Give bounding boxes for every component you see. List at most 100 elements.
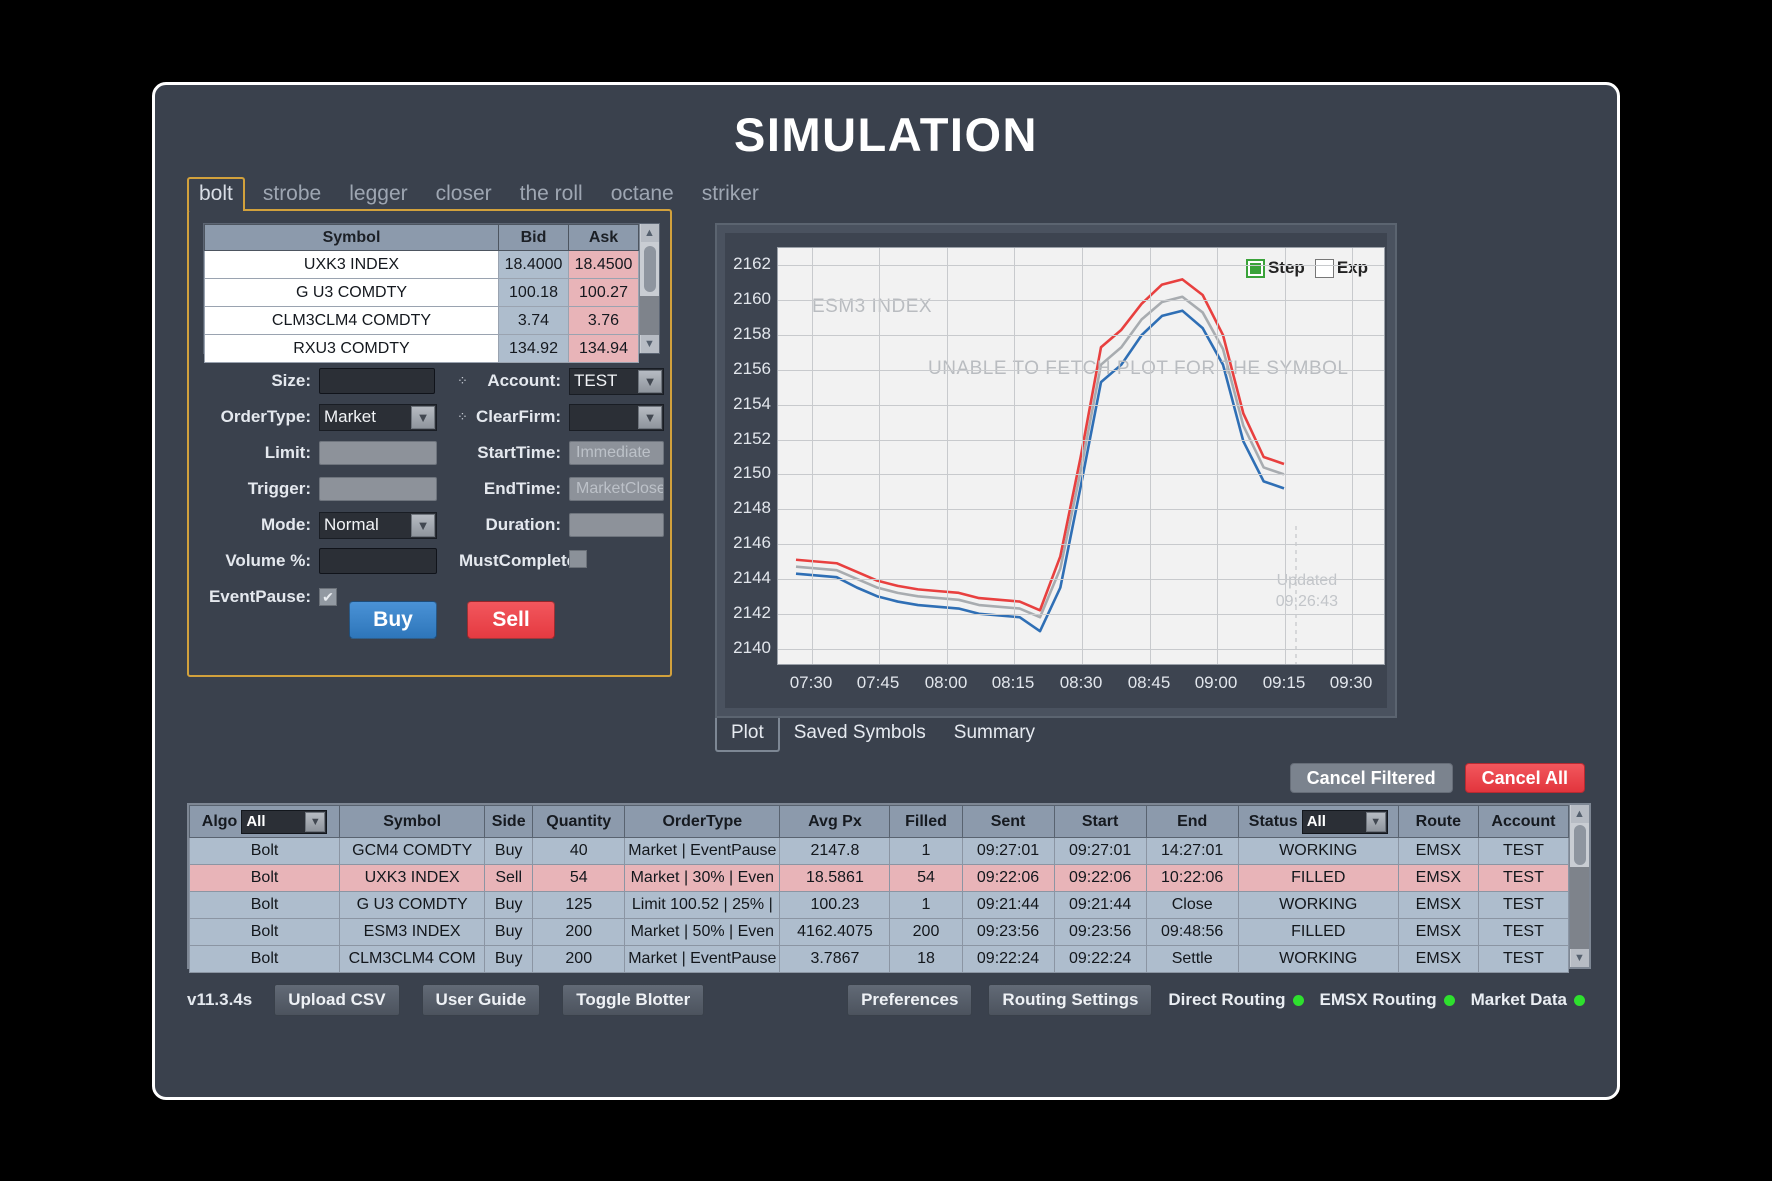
blotter-col-sent[interactable]: Sent	[961, 805, 1055, 838]
footer-button-toggle-blotter[interactable]: Toggle Blotter	[562, 984, 705, 1016]
blotter-filter-status[interactable]: All ▼	[1301, 809, 1388, 834]
ordertype-select[interactable]: Market ▼	[319, 403, 437, 431]
blotter-col-filled[interactable]: Filled	[889, 805, 963, 838]
starttime-input[interactable]: Immediate	[569, 441, 664, 465]
chart-tab-summary[interactable]: Summary	[940, 718, 1049, 750]
tab-striker[interactable]: striker	[692, 179, 769, 211]
blotter-cell-algo: Bolt	[188, 891, 341, 919]
tab-the-roll[interactable]: the roll	[510, 179, 593, 211]
cancel-all-button[interactable]: Cancel All	[1464, 763, 1585, 793]
mode-select[interactable]: Normal ▼	[319, 511, 437, 539]
blotter-col-account[interactable]: Account	[1477, 805, 1570, 838]
chart-plot-area[interactable]: ESM3 INDEX UNABLE TO FETCH PLOT FOR THE …	[777, 247, 1385, 665]
blotter-col-route[interactable]: Route	[1397, 805, 1479, 838]
table-row[interactable]: Bolt GCM4 COMDTY Buy 40 Market | EventPause 2…	[188, 837, 1570, 865]
blotter-col-start[interactable]: Start	[1053, 805, 1147, 838]
tab-closer[interactable]: closer	[426, 179, 502, 211]
legend-checkbox-exp[interactable]	[1314, 259, 1334, 279]
table-row[interactable]: Bolt ESM3 INDEX Buy 200 Market | 50% | Even 4…	[188, 918, 1570, 946]
sell-button[interactable]: Sell	[467, 601, 555, 639]
legend-item-exp[interactable]: Exp	[1314, 258, 1368, 279]
symbol-col-bid[interactable]: Bid	[498, 224, 569, 251]
symbol-row[interactable]: UXK3 INDEX 18.4000 18.4500	[204, 250, 639, 279]
endtime-label: EndTime:	[483, 479, 561, 498]
table-row[interactable]: Bolt UXK3 INDEX Sell 54 Market | 30% | Even 1…	[188, 864, 1570, 892]
chevron-down-icon[interactable]: ▼	[411, 405, 435, 429]
account-select[interactable]: TEST ▼	[569, 367, 664, 395]
x-tick-label: 09:30	[1329, 673, 1373, 692]
drag-handle-icon[interactable]: ⁘	[457, 373, 471, 389]
blotter-col-end[interactable]: End	[1145, 805, 1239, 838]
blotter-col-ordertype[interactable]: OrderType	[624, 805, 781, 838]
symbol-col-ask[interactable]: Ask	[568, 224, 639, 251]
symbol-row[interactable]: RXU3 COMDTY 134.92 134.94	[204, 334, 639, 363]
table-row[interactable]: Bolt G U3 COMDTY Buy 125 Limit 100.52 | 25% …	[188, 891, 1570, 919]
legend-checkbox-step[interactable]	[1245, 259, 1265, 279]
trigger-input[interactable]	[319, 477, 437, 501]
eventpause-checkbox[interactable]: ✔	[319, 588, 337, 606]
scrollbar-track[interactable]	[1570, 867, 1589, 949]
mustcomplete-checkbox[interactable]	[569, 549, 587, 568]
blotter-col-status[interactable]: Status All ▼	[1237, 805, 1399, 838]
drag-handle-icon[interactable]: ⁘	[457, 409, 471, 425]
starttime-label: StartTime:	[477, 443, 561, 462]
chart-gridline-h	[778, 578, 1384, 580]
symbol-watchlist[interactable]: Symbol Bid Ask UXK3 INDEX 18.4000 18.4500 G U…	[203, 223, 660, 363]
blotter-col-avg-px[interactable]: Avg Px	[779, 805, 891, 838]
blotter-cell-quantity: 125	[532, 891, 626, 919]
footer-button-preferences[interactable]: Preferences	[847, 984, 973, 1016]
blotter-cell-symbol: CLM3CLM4 COM	[339, 945, 486, 973]
cancel-filtered-button[interactable]: Cancel Filtered	[1289, 763, 1453, 793]
scroll-down-icon[interactable]: ▼	[1570, 949, 1589, 967]
chart-tab-plot[interactable]: Plot	[715, 718, 780, 752]
buy-button[interactable]: Buy	[349, 601, 437, 639]
symbol-table: Symbol Bid Ask UXK3 INDEX 18.4000 18.4500 G U…	[204, 224, 639, 363]
chevron-down-icon[interactable]: ▼	[411, 513, 435, 537]
endtime-input[interactable]: MarketClose	[569, 477, 664, 501]
tab-strobe[interactable]: strobe	[253, 179, 331, 211]
chevron-down-icon[interactable]: ▼	[1365, 811, 1386, 832]
tab-legger[interactable]: legger	[339, 179, 417, 211]
symbol-col-symbol[interactable]: Symbol	[204, 224, 499, 251]
scrollbar-thumb[interactable]	[1573, 825, 1586, 865]
blotter-filter-algo[interactable]: All ▼	[241, 809, 328, 834]
chart-legend: Step Exp	[1245, 258, 1368, 279]
chart-tab-saved-symbols[interactable]: Saved Symbols	[780, 718, 940, 750]
blotter-col-algo[interactable]: Algo All ▼	[188, 805, 341, 838]
volume-input[interactable]	[319, 548, 437, 574]
scroll-up-icon[interactable]: ▲	[1570, 805, 1589, 823]
blotter-scrollbar[interactable]: ▲ ▼	[1569, 805, 1589, 967]
chevron-down-icon[interactable]: ▼	[638, 369, 662, 393]
blotter-col-side[interactable]: Side	[484, 805, 534, 838]
x-tick-label: 09:00	[1194, 673, 1238, 692]
tab-bolt[interactable]: bolt	[187, 177, 245, 211]
size-input[interactable]	[319, 368, 435, 394]
blotter-col-symbol[interactable]: Symbol	[339, 805, 486, 838]
limit-input[interactable]	[319, 441, 437, 465]
duration-input[interactable]	[569, 513, 664, 537]
scrollbar-track[interactable]	[640, 296, 659, 335]
chevron-down-icon[interactable]: ▼	[638, 405, 662, 429]
tab-octane[interactable]: octane	[601, 179, 684, 211]
ordertype-value: Market	[324, 407, 376, 426]
scrollbar-thumb[interactable]	[643, 246, 656, 292]
scroll-up-icon[interactable]: ▲	[640, 224, 659, 242]
symbol-table-scrollbar[interactable]: ▲ ▼	[639, 224, 659, 353]
footer-button-routing-settings[interactable]: Routing Settings	[988, 984, 1153, 1016]
symbol-cell-symbol: CLM3CLM4 COMDTY	[204, 306, 499, 335]
blotter-col-quantity[interactable]: Quantity	[532, 805, 626, 838]
footer-button-upload-csv[interactable]: Upload CSV	[274, 984, 400, 1016]
symbol-row[interactable]: CLM3CLM4 COMDTY 3.74 3.76	[204, 306, 639, 335]
table-row[interactable]: Bolt CLM3CLM4 COM Buy 200 Market | EventPaus…	[188, 945, 1570, 973]
chart-gridline-h	[778, 369, 1384, 371]
blotter-cell-route: EMSX	[1397, 864, 1479, 892]
footer-button-user-guide[interactable]: User Guide	[421, 984, 541, 1016]
blotter-cell-avg-px: 4162.4075	[779, 918, 891, 946]
clearfirm-select[interactable]: ▼	[569, 403, 664, 431]
scroll-down-icon[interactable]: ▼	[640, 335, 659, 353]
symbol-row[interactable]: G U3 COMDTY 100.18 100.27	[204, 278, 639, 307]
blotter-cell-algo: Bolt	[188, 837, 341, 865]
legend-item-step[interactable]: Step	[1245, 258, 1305, 279]
chevron-down-icon[interactable]: ▼	[305, 811, 326, 832]
y-tick-label: 2150	[733, 463, 771, 483]
